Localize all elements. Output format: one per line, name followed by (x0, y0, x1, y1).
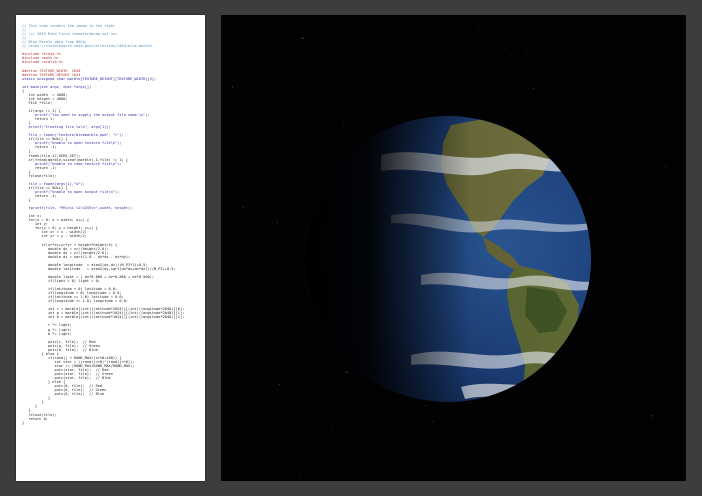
star (532, 88, 535, 90)
star (526, 50, 528, 52)
star (664, 165, 666, 167)
star (283, 118, 285, 120)
star (588, 78, 589, 80)
earth-globe-icon (305, 116, 591, 402)
star (344, 460, 346, 462)
star (299, 32, 300, 33)
code-line: int b = marble[(int)(latitude*1024)][(in… (22, 315, 185, 320)
star (231, 86, 233, 88)
star (651, 415, 653, 417)
star (250, 180, 252, 182)
source-code-text: // This code renders the image to the ri… (22, 24, 184, 425)
star (307, 156, 308, 158)
code-listing-page: // This code renders the image to the ri… (16, 15, 205, 481)
star (343, 124, 345, 126)
star (299, 473, 301, 475)
star (302, 37, 304, 39)
code-line: double latitude = atan2(dy,sqrt(dx*dx+dz… (22, 266, 176, 271)
code-line: } (22, 420, 25, 425)
star (432, 420, 434, 423)
star (331, 426, 333, 428)
star (510, 54, 512, 56)
star (450, 38, 452, 40)
star (424, 405, 426, 407)
rendered-image-panel (221, 15, 686, 481)
star (276, 221, 278, 223)
star (478, 25, 480, 27)
star (256, 425, 258, 426)
star (278, 383, 280, 386)
star (346, 371, 348, 373)
render-canvas (231, 25, 666, 475)
star (242, 206, 244, 208)
star (527, 419, 529, 421)
star (470, 401, 472, 403)
